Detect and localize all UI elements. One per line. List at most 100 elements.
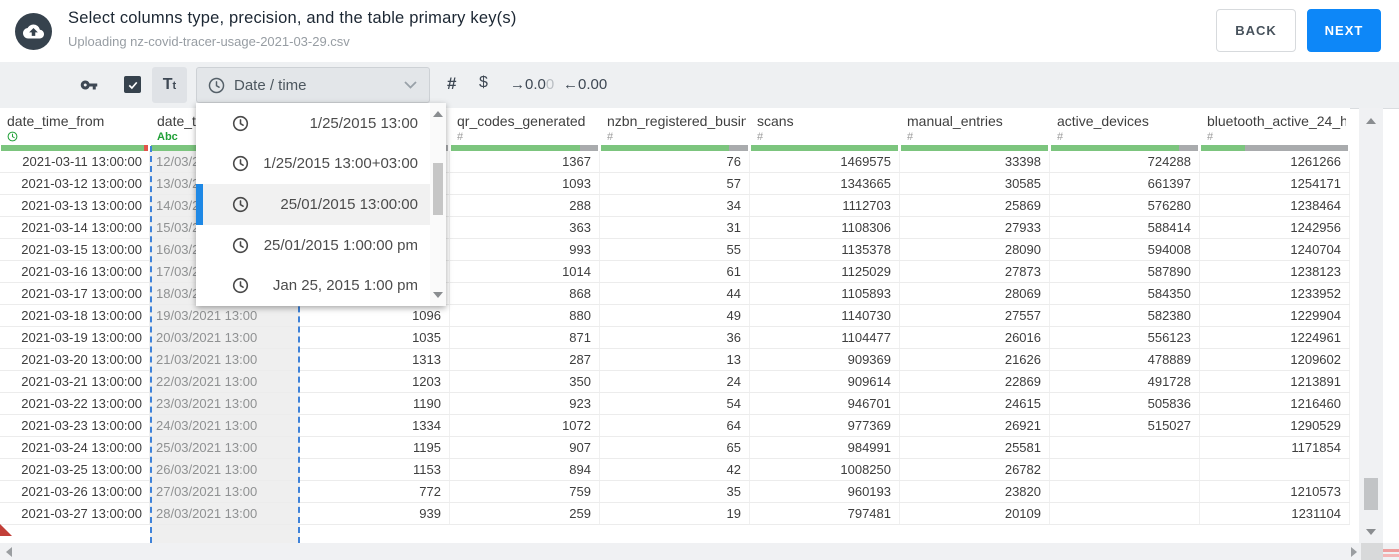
next-button[interactable]: NEXT <box>1307 9 1381 52</box>
table-cell[interactable]: 25/03/2021 13:00 <box>150 437 300 458</box>
table-cell[interactable] <box>1050 503 1200 524</box>
table-cell[interactable]: 61 <box>600 261 750 282</box>
table-cell[interactable]: 1008250 <box>750 459 900 480</box>
table-cell[interactable]: 1213891 <box>1200 371 1350 392</box>
table-cell[interactable]: 1135378 <box>750 239 900 260</box>
table-cell[interactable]: 44 <box>600 283 750 304</box>
table-cell[interactable]: 27557 <box>900 305 1050 326</box>
table-cell[interactable]: 1153 <box>300 459 450 480</box>
table-cell[interactable]: 20/03/2021 13:00 <box>150 327 300 348</box>
column-header-nzbn_registered_busine[interactable]: nzbn_registered_busine # <box>600 108 750 145</box>
table-cell[interactable]: 1105893 <box>750 283 900 304</box>
dropdown-scroll-down-arrow[interactable] <box>433 292 443 298</box>
table-cell[interactable]: 13 <box>600 349 750 370</box>
column-header-scans[interactable]: scans # <box>750 108 900 145</box>
table-cell[interactable]: 909614 <box>750 371 900 392</box>
table-cell[interactable] <box>1050 481 1200 502</box>
table-cell[interactable]: 1254171 <box>1200 173 1350 194</box>
table-cell[interactable]: 64 <box>600 415 750 436</box>
table-cell[interactable]: 2021-03-25 13:00:00 <box>0 459 150 480</box>
table-cell[interactable]: 54 <box>600 393 750 414</box>
table-cell[interactable]: 594008 <box>1050 239 1200 260</box>
table-cell[interactable]: 35 <box>600 481 750 502</box>
vertical-scroll-thumb[interactable] <box>1364 478 1378 510</box>
table-cell[interactable]: 2021-03-23 13:00:00 <box>0 415 150 436</box>
table-cell[interactable]: 909369 <box>750 349 900 370</box>
table-cell[interactable]: 505836 <box>1050 393 1200 414</box>
decrease-decimal-button[interactable]: ←0.00 <box>563 76 607 93</box>
include-column-checkbox[interactable] <box>124 76 141 93</box>
table-cell[interactable]: 22869 <box>900 371 1050 392</box>
table-cell[interactable]: 19 <box>600 503 750 524</box>
date-format-option[interactable]: Jan 25, 2015 1:00 pm <box>196 265 430 306</box>
table-cell[interactable]: 1209602 <box>1200 349 1350 370</box>
horizontal-scrollbar[interactable] <box>0 543 1399 560</box>
text-type-button[interactable]: Tt <box>152 67 187 103</box>
table-cell[interactable]: 2021-03-24 13:00:00 <box>0 437 150 458</box>
table-cell[interactable]: 259 <box>450 503 600 524</box>
scroll-up-arrow[interactable] <box>1366 118 1376 124</box>
table-cell[interactable]: 1108306 <box>750 217 900 238</box>
table-cell[interactable]: 36 <box>600 327 750 348</box>
table-cell[interactable]: 661397 <box>1050 173 1200 194</box>
table-cell[interactable]: 1190 <box>300 393 450 414</box>
table-cell[interactable]: 1125029 <box>750 261 900 282</box>
table-cell[interactable]: 1203 <box>300 371 450 392</box>
table-cell[interactable]: 1229904 <box>1200 305 1350 326</box>
table-cell[interactable]: 2021-03-11 13:00:00 <box>0 151 150 172</box>
table-cell[interactable]: 797481 <box>750 503 900 524</box>
table-cell[interactable]: 1195 <box>300 437 450 458</box>
table-cell[interactable]: 350 <box>450 371 600 392</box>
table-cell[interactable]: 2021-03-15 13:00:00 <box>0 239 150 260</box>
table-cell[interactable]: 584350 <box>1050 283 1200 304</box>
table-cell[interactable]: 57 <box>600 173 750 194</box>
table-cell[interactable]: 1210573 <box>1200 481 1350 502</box>
table-cell[interactable]: 26782 <box>900 459 1050 480</box>
table-cell[interactable]: 55 <box>600 239 750 260</box>
back-button[interactable]: BACK <box>1216 9 1296 52</box>
table-cell[interactable]: 576280 <box>1050 195 1200 216</box>
table-cell[interactable]: 2021-03-16 13:00:00 <box>0 261 150 282</box>
column-header-active_devices[interactable]: active_devices # <box>1050 108 1200 145</box>
table-cell[interactable]: 960193 <box>750 481 900 502</box>
table-cell[interactable]: 1242956 <box>1200 217 1350 238</box>
increase-decimal-button[interactable]: →0.00 <box>510 76 554 93</box>
dropdown-scrollbar[interactable] <box>430 103 446 306</box>
table-cell[interactable]: 1140730 <box>750 305 900 326</box>
table-cell[interactable]: 993 <box>450 239 600 260</box>
table-cell[interactable]: 288 <box>450 195 600 216</box>
table-cell[interactable]: 759 <box>450 481 600 502</box>
table-cell[interactable]: 582380 <box>1050 305 1200 326</box>
table-cell[interactable] <box>1050 437 1200 458</box>
table-cell[interactable]: 33398 <box>900 151 1050 172</box>
table-cell[interactable]: 1035 <box>300 327 450 348</box>
table-cell[interactable]: 2021-03-12 13:00:00 <box>0 173 150 194</box>
table-cell[interactable]: 772 <box>300 481 450 502</box>
date-format-option[interactable]: 25/01/2015 13:00:00 <box>196 184 430 225</box>
scroll-down-arrow[interactable] <box>1366 529 1376 535</box>
table-cell[interactable]: 1343665 <box>750 173 900 194</box>
column-header-date_time_from[interactable]: date_time_from <box>0 108 150 145</box>
table-cell[interactable]: 30585 <box>900 173 1050 194</box>
table-cell[interactable]: 556123 <box>1050 327 1200 348</box>
table-cell[interactable]: 1334 <box>300 415 450 436</box>
table-cell[interactable] <box>1200 459 1350 480</box>
table-cell[interactable]: 1093 <box>450 173 600 194</box>
table-cell[interactable]: 26/03/2021 13:00 <box>150 459 300 480</box>
table-cell[interactable]: 28/03/2021 13:00 <box>150 503 300 524</box>
table-cell[interactable]: 27873 <box>900 261 1050 282</box>
vertical-scrollbar[interactable] <box>1359 108 1383 543</box>
scroll-left-arrow[interactable] <box>6 547 12 557</box>
table-cell[interactable]: 2021-03-14 13:00:00 <box>0 217 150 238</box>
table-cell[interactable]: 2021-03-21 13:00:00 <box>0 371 150 392</box>
dropdown-scroll-up-arrow[interactable] <box>433 111 443 117</box>
table-cell[interactable]: 587890 <box>1050 261 1200 282</box>
table-cell[interactable] <box>1050 459 1200 480</box>
table-cell[interactable]: 923 <box>450 393 600 414</box>
table-cell[interactable]: 491728 <box>1050 371 1200 392</box>
table-cell[interactable]: 28090 <box>900 239 1050 260</box>
table-cell[interactable]: 2021-03-27 13:00:00 <box>0 503 150 524</box>
table-cell[interactable]: 20109 <box>900 503 1050 524</box>
horizontal-scroll-thumb[interactable] <box>1383 549 1399 558</box>
table-cell[interactable]: 31 <box>600 217 750 238</box>
